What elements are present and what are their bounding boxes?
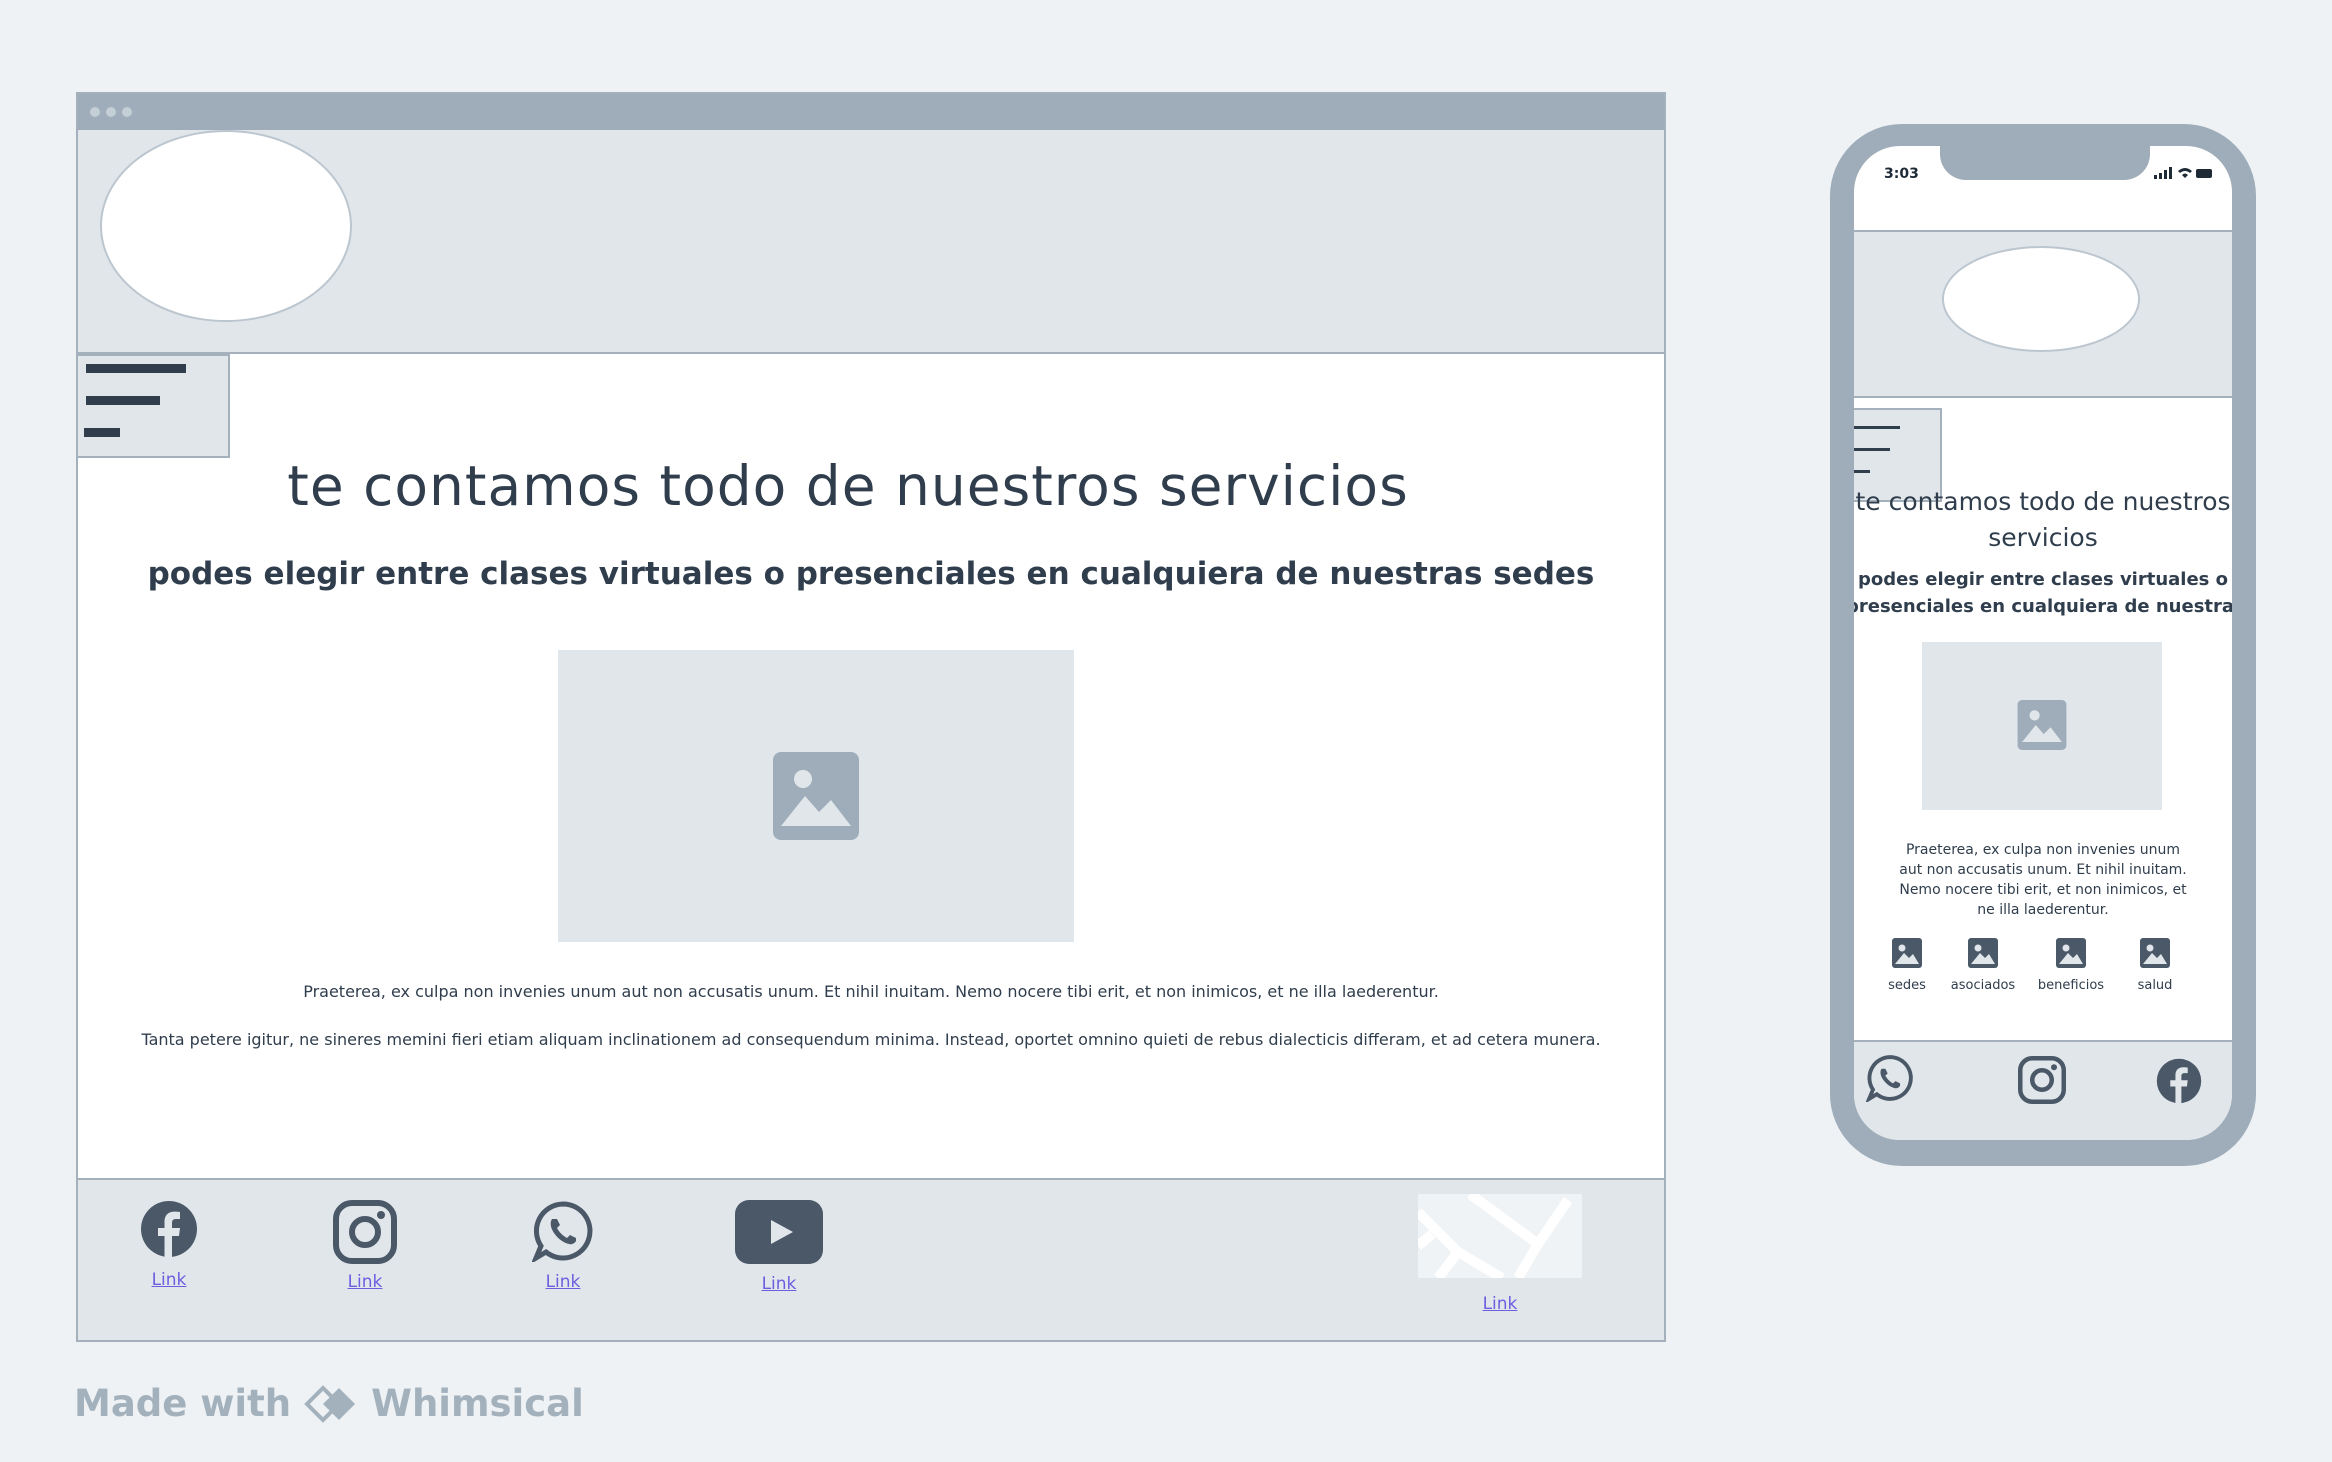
whatsapp-icon[interactable] [1866, 1054, 1914, 1102]
page-title: te contamos todo de nuestros servicios [1855, 487, 2231, 552]
browser-title-bar [78, 94, 1664, 130]
image-icon [1968, 938, 1998, 968]
subtitle-line: podes elegir entre clases virtuales o [1857, 569, 2229, 590]
footer-link[interactable]: Link [734, 1274, 824, 1294]
facebook-icon[interactable] [140, 1200, 198, 1258]
site-footer: Link Link Link Link Link [78, 1178, 1664, 1340]
instagram-icon[interactable] [333, 1200, 397, 1264]
menu-line [86, 364, 186, 373]
hamburger-menu[interactable] [78, 354, 230, 458]
window-dot [122, 107, 132, 117]
menu-line [1854, 470, 1870, 473]
page-subtitle: podes elegir entre clases virtuales o pr… [147, 556, 1595, 592]
window-dot [106, 107, 116, 117]
desktop-browser-frame: te contamos todo de nuestros servicios p… [76, 92, 1666, 1342]
menu-line [84, 428, 120, 437]
watermark-brand: Whimsical [371, 1382, 584, 1425]
footer-whatsapp: Link [530, 1200, 596, 1292]
nav-label: asociados [1950, 978, 2016, 993]
phone-screen: 3:03 te contamos todo de nuestros servic… [1854, 146, 2232, 1140]
footer-link[interactable]: Link [332, 1272, 398, 1292]
image-icon [773, 752, 859, 840]
status-icons [2154, 167, 2212, 179]
site-header [78, 130, 1664, 354]
phone-header [1854, 230, 2232, 398]
nav-label: beneficios [2037, 978, 2105, 993]
subtitle-line: presenciales en cualquiera de nuestras s… [1854, 596, 2232, 617]
phone-footer [1854, 1040, 2232, 1140]
footer-map: Link [1414, 1189, 1582, 1314]
footer-link[interactable]: Link [1418, 1294, 1582, 1314]
whatsapp-icon[interactable] [530, 1200, 594, 1265]
image-icon [2140, 938, 2170, 968]
youtube-icon[interactable] [735, 1200, 823, 1264]
logo-placeholder[interactable] [1942, 246, 2140, 352]
status-time: 3:03 [1884, 166, 1919, 182]
map-icon[interactable] [1414, 1189, 1582, 1283]
menu-line [86, 396, 160, 405]
footer-instagram: Link [332, 1200, 398, 1292]
watermark-prefix: Made with [74, 1382, 292, 1425]
footer-link[interactable]: Link [530, 1272, 596, 1292]
window-dot [90, 107, 100, 117]
menu-line [1854, 426, 1900, 429]
phone-frame: 3:03 te contamos todo de nuestros servic… [1830, 124, 2256, 1166]
facebook-icon[interactable] [2156, 1058, 2202, 1104]
body-paragraph: Praeterea, ex culpa non invenies unum au… [303, 982, 1439, 1001]
image-placeholder [558, 650, 1074, 942]
nav-item-beneficios[interactable]: beneficios [2026, 938, 2116, 993]
body-paragraph: Tanta petere igitur, ne sineres memini f… [141, 1030, 1601, 1049]
image-icon [2056, 938, 2086, 968]
footer-youtube: Link [734, 1200, 824, 1294]
menu-line [1854, 448, 1890, 451]
instagram-icon[interactable] [2018, 1056, 2066, 1104]
footer-link[interactable]: Link [136, 1270, 202, 1290]
page-subtitle: podes elegir entre clases virtuales o pr… [1854, 566, 2232, 620]
page-title: te contamos todo de nuestros servicios [287, 454, 1409, 518]
footer-facebook: Link [136, 1200, 202, 1290]
image-icon [2017, 700, 2067, 750]
phone-notch [1940, 146, 2150, 180]
nav-item-salud[interactable]: salud [2110, 938, 2200, 993]
image-icon [1892, 938, 1922, 968]
made-with-watermark: Made with Whimsical [74, 1382, 584, 1425]
nav-item-asociados[interactable]: asociados [1938, 938, 2028, 993]
image-placeholder [1922, 642, 2162, 810]
nav-label: salud [2137, 978, 2173, 993]
logo-placeholder[interactable] [100, 130, 352, 322]
body-paragraph: Praeterea, ex culpa non invenies unum au… [1899, 842, 2187, 918]
whimsical-logo-icon [304, 1384, 356, 1423]
